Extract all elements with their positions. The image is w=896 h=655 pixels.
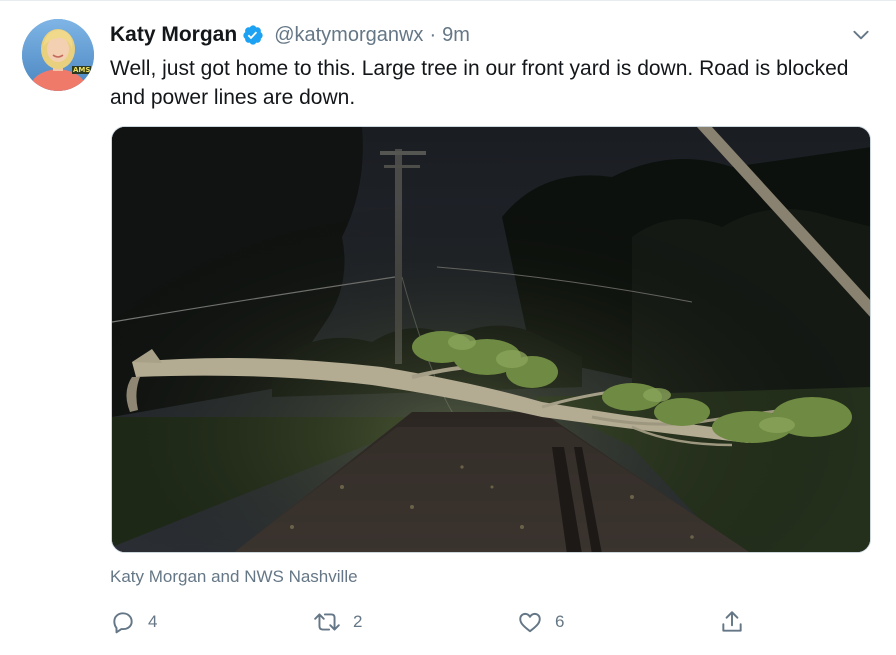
more-options-button[interactable] [848, 23, 874, 47]
verified-badge-icon [242, 24, 264, 46]
user-handle[interactable]: @katymorganwx [274, 24, 423, 47]
tweet-image[interactable] [111, 126, 871, 553]
action-bar: 4 2 6 [110, 607, 750, 637]
reply-count: 4 [148, 612, 158, 631]
heart-icon [519, 612, 541, 633]
reply-button[interactable]: 4 [110, 607, 157, 637]
tweet-text: Well, just got home to this. Large tree … [110, 57, 849, 109]
display-name[interactable]: Katy Morgan [110, 23, 237, 47]
header-separator: · [429, 23, 437, 46]
share-button[interactable] [719, 607, 745, 637]
tweet-header: Katy Morgan @katymorganwx · 9m [110, 21, 470, 49]
retweet-icon [314, 613, 340, 631]
avatar[interactable]: AMS [22, 19, 94, 91]
ams-badge: AMS [72, 66, 92, 74]
retweet-button[interactable]: 2 [313, 607, 362, 637]
like-button[interactable]: 6 [517, 607, 564, 637]
share-icon [722, 611, 742, 632]
retweet-count: 2 [353, 612, 363, 631]
tagged-users[interactable]: Katy Morgan and NWS Nashville [110, 567, 358, 587]
reply-icon [113, 612, 133, 634]
tweet-card[interactable]: AMS Katy Morgan @katymorganwx · 9m Well,… [0, 0, 896, 655]
chevron-down-icon [853, 30, 869, 40]
tweet-timestamp[interactable]: 9m [442, 24, 470, 47]
like-count: 6 [555, 612, 565, 631]
